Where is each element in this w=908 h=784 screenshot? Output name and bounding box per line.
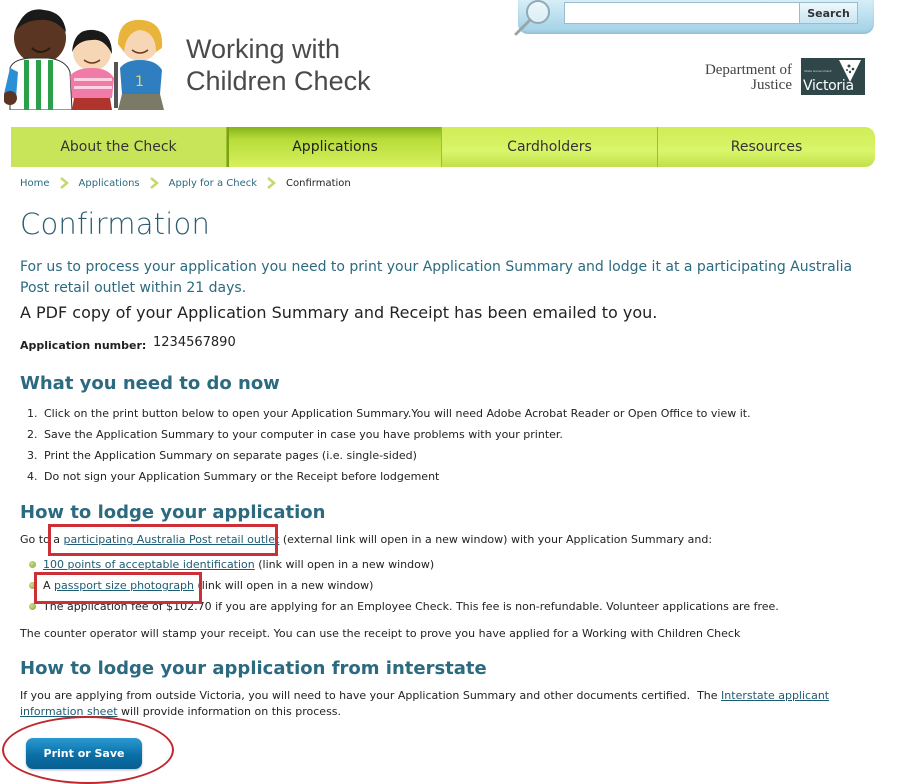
section-heading-how-to-lodge: How to lodge your application [20, 502, 326, 523]
breadcrumb-home[interactable]: Home [20, 178, 50, 189]
breadcrumb-confirmation: Confirmation [286, 177, 351, 189]
lodge-requirements-list: 100 points of acceptable identification … [29, 557, 779, 620]
go-to-prefix: Go to a [20, 533, 64, 546]
nav-item-applications[interactable]: Applications [227, 127, 442, 167]
step-text: Save the Application Summary to your com… [44, 428, 563, 441]
magnifier-search-icon [514, 0, 550, 36]
passport-photograph-link[interactable]: passport size photograph [54, 579, 194, 592]
victoria-word: Victoria [803, 78, 854, 94]
department-line1: Department of [704, 62, 792, 78]
steps-list: 1. Click on the print button below to ope… [27, 405, 751, 489]
bullet-icon [29, 561, 36, 568]
counter-operator-note: The counter operator will stamp your rec… [20, 627, 741, 640]
interstate-text: If you are applying from outside Victori… [20, 688, 880, 720]
application-number-label: Application number: [20, 339, 147, 352]
step-number: 3. [27, 449, 38, 462]
svg-text:1: 1 [135, 74, 144, 90]
step-item: 3. Print the Application Summary on separ… [27, 447, 751, 468]
search-bar: Search [514, 0, 874, 36]
victoria-government-logo: State Government Victoria [801, 58, 865, 95]
site-title-line2: Children Check [186, 66, 371, 96]
bullet-prefix: A [43, 579, 55, 592]
interstate-prefix: If you are applying from outside Victori… [20, 689, 722, 702]
bullet-suffix: (link will open in a new window) [254, 558, 435, 571]
list-item: The application fee of $102.70 if you ar… [29, 599, 779, 620]
go-to-outlet-text: Go to a participating Australia Post ret… [20, 532, 712, 548]
step-number: 1. [27, 407, 38, 420]
list-item: 100 points of acceptable identification … [29, 557, 779, 578]
section-heading-what-to-do: What you need to do now [20, 373, 280, 394]
pdf-emailed-note: A PDF copy of your Application Summary a… [20, 303, 658, 322]
page-title: Confirmation [20, 207, 211, 241]
application-number-value: 1234567890 [153, 335, 236, 350]
bullet-suffix: (link will open in a new window) [194, 579, 374, 592]
australia-post-outlet-link[interactable]: participating Australia Post retail outl… [64, 533, 280, 546]
search-input[interactable] [564, 2, 800, 24]
department-of-justice-logo: Department of Justice [693, 63, 792, 93]
breadcrumb-apply-for-a-check[interactable]: Apply for a Check [169, 178, 257, 189]
list-item: A passport size photograph (link will op… [29, 578, 779, 599]
bullet-icon [29, 582, 36, 589]
application-fee-text: The application fee of $102.70 if you ar… [43, 600, 779, 613]
search-button[interactable]: Search [800, 2, 858, 24]
intro-text: For us to process your application you n… [20, 259, 853, 296]
step-item: 2. Save the Application Summary to your c… [27, 426, 751, 447]
interstate-suffix: will provide information on this process… [117, 705, 342, 718]
nav-item-resources[interactable]: Resources [658, 127, 875, 167]
chevron-right-icon [59, 177, 69, 189]
print-or-save-button[interactable]: Print or Save [26, 738, 142, 769]
step-item: 4. Do not sign your Application Summary o… [27, 468, 751, 489]
breadcrumb: Home Applications Apply for a Check Conf… [20, 177, 351, 189]
site-title: Working with Children Check [186, 33, 371, 97]
step-text: Print the Application Summary on separat… [44, 449, 417, 462]
step-text: Click on the print button below to open … [44, 407, 751, 420]
step-text: Do not sign your Application Summary or … [44, 470, 440, 483]
site-title-line1: Working with [186, 34, 341, 64]
step-number: 2. [27, 428, 38, 441]
chevron-right-icon [267, 177, 276, 189]
department-line2: Justice [751, 77, 792, 93]
step-number: 4. [27, 470, 38, 483]
identification-points-link[interactable]: 100 points of acceptable identification [43, 558, 255, 571]
state-government-text: State Government [804, 69, 832, 73]
breadcrumb-applications[interactable]: Applications [79, 178, 140, 189]
nav-item-cardholders[interactable]: Cardholders [442, 127, 658, 167]
bullet-icon [29, 603, 36, 610]
nav-item-about-the-check[interactable]: About the Check [11, 127, 227, 167]
children-illustration-logo: 1 [4, 9, 164, 110]
section-heading-interstate: How to lodge your application from inter… [20, 658, 487, 679]
main-nav: About the Check Applications Cardholders… [11, 127, 875, 167]
step-item: 1. Click on the print button below to ope… [27, 405, 751, 426]
go-to-suffix: (external link will open in a new window… [279, 533, 713, 546]
chevron-right-icon [149, 177, 159, 189]
